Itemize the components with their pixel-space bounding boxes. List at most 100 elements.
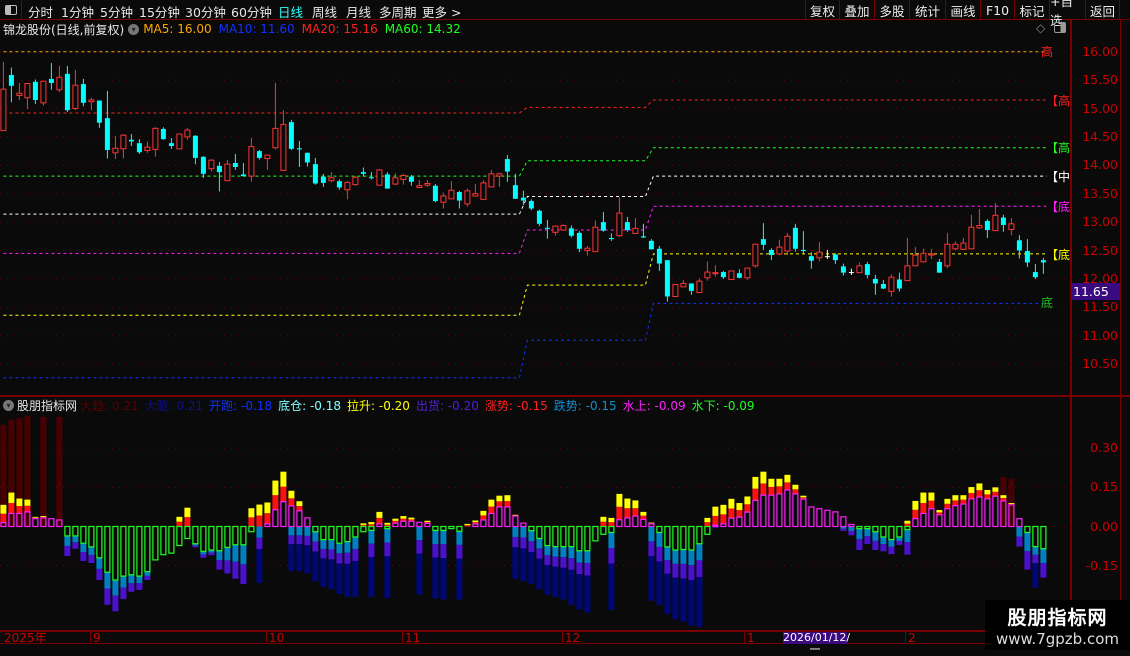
tab-fenshi[interactable]: 分时: [28, 2, 53, 21]
water-down-bar: [112, 525, 119, 581]
fall-bar: [320, 539, 327, 549]
drive-bar: [576, 574, 583, 610]
water-up-bar: [840, 516, 847, 528]
tab-5min[interactable]: 5分钟: [100, 2, 133, 21]
overlay-button[interactable]: 叠加: [839, 0, 874, 20]
diamond-icon[interactable]: ◇: [1036, 21, 1045, 35]
drive-bar: [1032, 563, 1039, 588]
add-watchlist-button[interactable]: +自选: [1049, 0, 1085, 28]
water-down-bar: [672, 525, 679, 551]
fall-bar: [696, 543, 703, 561]
tab-daily[interactable]: 日线: [278, 2, 303, 21]
side-tab-strip[interactable]: [1121, 20, 1130, 632]
drive-bar: [296, 544, 303, 571]
water-up-bar: [776, 493, 783, 528]
time-label-feb: 2: [905, 632, 916, 644]
rise-bar: [944, 503, 951, 509]
fall-bar: [240, 544, 247, 565]
fall-bar: [1032, 546, 1039, 555]
drive-bar: [288, 544, 295, 571]
water-up-bar: [832, 511, 839, 528]
indicator-value: 水下: -0.09: [691, 398, 755, 413]
ship-bar: [128, 583, 135, 592]
tab-more[interactable]: 更多 >: [422, 2, 461, 21]
rise-bar: [912, 509, 919, 519]
rise-bar: [256, 515, 263, 527]
tab-30min[interactable]: 30分钟: [185, 2, 226, 21]
rise-bar: [720, 514, 727, 524]
rise-bar: [768, 486, 775, 496]
tab-monthly[interactable]: 月线: [346, 2, 371, 21]
water-up-bar: [848, 523, 855, 528]
lift-bar: [912, 500, 919, 510]
drive-bar: [696, 577, 703, 627]
statistics-button[interactable]: 统计: [909, 0, 945, 20]
fall-bar: [64, 535, 71, 546]
indicator-value: 大趋: 0.21: [80, 398, 139, 413]
multi-stock-button[interactable]: 多股: [874, 0, 909, 20]
water-down-bar: [384, 525, 391, 530]
lift-bar: [976, 483, 983, 491]
chart-header: 锦龙股份(日线,前复权) ▾ MA5: 16.00 MA10: 11.60 MA…: [0, 20, 1070, 38]
fall-bar: [72, 535, 79, 543]
ship-bar: [528, 541, 535, 552]
rise-bar: [704, 522, 711, 527]
lift-bar: [632, 500, 639, 509]
lift-bar: [504, 495, 511, 502]
ship-bar: [296, 535, 303, 545]
water-up-bar: [944, 508, 951, 528]
ship-bar: [336, 553, 343, 564]
lift-bar: [376, 511, 383, 518]
ship-bar: [648, 541, 655, 557]
lift-bar: [512, 514, 519, 516]
tab-60min[interactable]: 60分钟: [231, 2, 272, 21]
tab-multi-period[interactable]: 多周期: [379, 2, 417, 21]
lift-bar: [480, 510, 487, 516]
drive-bar: [512, 547, 519, 579]
ship-bar: [696, 560, 703, 578]
indicator-axis-label: 0.15: [1090, 479, 1118, 495]
restore-rights-button[interactable]: 复权: [805, 0, 839, 20]
fall-bar: [544, 545, 551, 556]
lift-bar: [256, 504, 263, 516]
lift-bar: [1000, 495, 1007, 499]
indicator-axis-label: 0.30: [1090, 440, 1118, 456]
water-up-bar: [496, 506, 503, 528]
panel-toggle-button[interactable]: [0, 0, 22, 20]
lift-bar: [472, 520, 479, 523]
ship-bar: [888, 546, 895, 555]
draw-line-button[interactable]: 画线: [945, 0, 980, 20]
tab-weekly[interactable]: 周线: [312, 2, 337, 21]
water-down-bar: [168, 525, 175, 554]
water-down-bar: [904, 525, 911, 531]
f10-button[interactable]: F10: [980, 0, 1014, 20]
back-button[interactable]: 返回: [1085, 0, 1120, 20]
lift-bar: [648, 522, 655, 524]
chevron-down-icon[interactable]: ▾: [3, 399, 14, 411]
indicator-name: 股朋指标网: [17, 398, 78, 413]
water-down-bar: [552, 525, 559, 548]
ship-bar: [144, 575, 151, 581]
indicator-value: 拉升: -0.20: [347, 398, 410, 413]
tab-1min[interactable]: 1分钟: [61, 2, 94, 21]
rise-bar: [496, 501, 503, 507]
drive-bar: [656, 561, 663, 605]
rise-bar: [632, 508, 639, 517]
time-label-jan: 1: [744, 632, 755, 644]
panel-icon[interactable]: [1054, 22, 1066, 33]
lift-bar: [360, 523, 367, 525]
ship-bar: [608, 548, 615, 564]
rise-bar: [920, 503, 927, 514]
water-up-bar: [760, 494, 767, 528]
fall-bar: [872, 531, 879, 541]
water-up-bar: [1016, 518, 1023, 528]
time-label-dec: 12: [562, 632, 580, 644]
rise-bar: [776, 486, 783, 494]
mark-button[interactable]: 标记: [1014, 0, 1049, 20]
chevron-down-icon[interactable]: ▾: [128, 23, 140, 35]
tab-15min[interactable]: 15分钟: [139, 2, 180, 21]
fall-bar: [296, 526, 303, 536]
indicator-chart[interactable]: [0, 0, 1070, 630]
lift-bar: [920, 492, 927, 504]
rise-bar: [784, 482, 791, 490]
